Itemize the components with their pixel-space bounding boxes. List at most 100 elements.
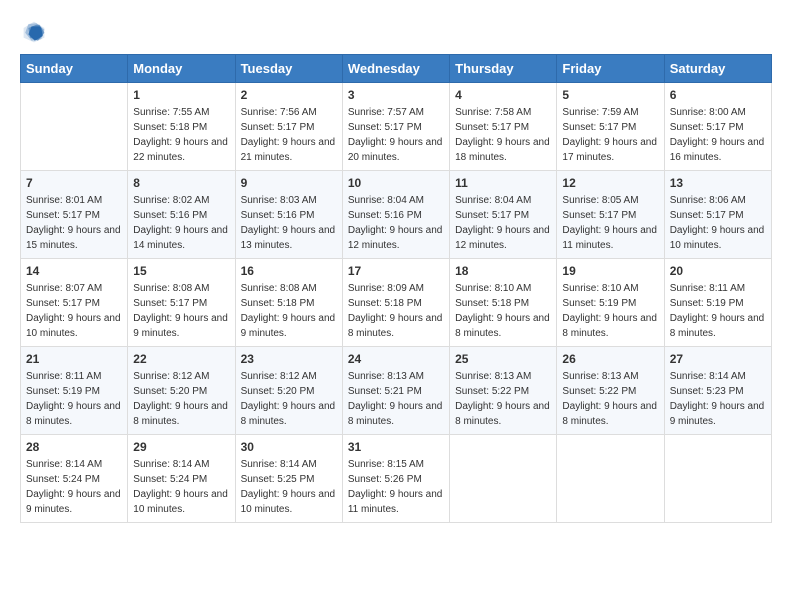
- day-info: Sunrise: 8:01 AMSunset: 5:17 PMDaylight:…: [26, 193, 122, 253]
- day-info: Sunrise: 8:14 AMSunset: 5:25 PMDaylight:…: [241, 457, 337, 517]
- day-info: Sunrise: 8:07 AMSunset: 5:17 PMDaylight:…: [26, 281, 122, 341]
- day-number: 1: [133, 88, 229, 102]
- weekday-header-friday: Friday: [557, 55, 664, 83]
- day-number: 23: [241, 352, 337, 366]
- day-cell: 21 Sunrise: 8:11 AMSunset: 5:19 PMDayligh…: [21, 347, 128, 435]
- week-row-2: 7 Sunrise: 8:01 AMSunset: 5:17 PMDaylight…: [21, 171, 772, 259]
- day-cell: 1 Sunrise: 7:55 AMSunset: 5:18 PMDaylight…: [128, 83, 235, 171]
- day-number: 28: [26, 440, 122, 454]
- day-cell: 27 Sunrise: 8:14 AMSunset: 5:23 PMDayligh…: [664, 347, 771, 435]
- day-cell: 10Sunrise: 8:04 AMSunset: 5:16 PMDayligh…: [342, 171, 449, 259]
- day-number: 19: [562, 264, 658, 278]
- page-header: [20, 20, 772, 44]
- day-info: Sunrise: 8:15 AMSunset: 5:26 PMDaylight:…: [348, 457, 444, 517]
- logo-icon: [22, 20, 46, 44]
- day-cell: 20 Sunrise: 8:11 AMSunset: 5:19 PMDayligh…: [664, 259, 771, 347]
- day-number: 20: [670, 264, 766, 278]
- day-number: 26: [562, 352, 658, 366]
- day-cell: 25 Sunrise: 8:13 AMSunset: 5:22 PMDayligh…: [450, 347, 557, 435]
- day-info: Sunrise: 8:14 AMSunset: 5:24 PMDaylight:…: [133, 457, 229, 517]
- day-number: 21: [26, 352, 122, 366]
- day-number: 29: [133, 440, 229, 454]
- day-number: 24: [348, 352, 444, 366]
- day-info: Sunrise: 8:11 AMSunset: 5:19 PMDaylight:…: [26, 369, 122, 429]
- day-cell: [450, 435, 557, 523]
- day-info: Sunrise: 8:10 AMSunset: 5:19 PMDaylight:…: [562, 281, 658, 341]
- day-info: Sunrise: 8:06 AMSunset: 5:17 PMDaylight:…: [670, 193, 766, 253]
- logo: [20, 20, 46, 44]
- day-number: 9: [241, 176, 337, 190]
- week-row-4: 21 Sunrise: 8:11 AMSunset: 5:19 PMDayligh…: [21, 347, 772, 435]
- day-info: Sunrise: 7:58 AMSunset: 5:17 PMDaylight:…: [455, 105, 551, 165]
- day-info: Sunrise: 8:13 AMSunset: 5:22 PMDaylight:…: [455, 369, 551, 429]
- day-cell: 11 Sunrise: 8:04 AMSunset: 5:17 PMDayligh…: [450, 171, 557, 259]
- day-number: 12: [562, 176, 658, 190]
- day-cell: 13 Sunrise: 8:06 AMSunset: 5:17 PMDayligh…: [664, 171, 771, 259]
- day-number: 7: [26, 176, 122, 190]
- day-number: 22: [133, 352, 229, 366]
- weekday-header-thursday: Thursday: [450, 55, 557, 83]
- day-number: 17: [348, 264, 444, 278]
- day-number: 6: [670, 88, 766, 102]
- weekday-header-wednesday: Wednesday: [342, 55, 449, 83]
- day-cell: 4 Sunrise: 7:58 AMSunset: 5:17 PMDaylight…: [450, 83, 557, 171]
- calendar-table: SundayMondayTuesdayWednesdayThursdayFrid…: [20, 54, 772, 523]
- day-number: 11: [455, 176, 551, 190]
- day-number: 16: [241, 264, 337, 278]
- day-info: Sunrise: 8:12 AMSunset: 5:20 PMDaylight:…: [133, 369, 229, 429]
- day-number: 15: [133, 264, 229, 278]
- day-number: 5: [562, 88, 658, 102]
- day-number: 2: [241, 88, 337, 102]
- weekday-header-row: SundayMondayTuesdayWednesdayThursdayFrid…: [21, 55, 772, 83]
- day-number: 18: [455, 264, 551, 278]
- day-cell: 16 Sunrise: 8:08 AMSunset: 5:18 PMDayligh…: [235, 259, 342, 347]
- day-info: Sunrise: 8:11 AMSunset: 5:19 PMDaylight:…: [670, 281, 766, 341]
- day-cell: 18Sunrise: 8:10 AMSunset: 5:18 PMDayligh…: [450, 259, 557, 347]
- day-cell: 26 Sunrise: 8:13 AMSunset: 5:22 PMDayligh…: [557, 347, 664, 435]
- day-info: Sunrise: 8:13 AMSunset: 5:21 PMDaylight:…: [348, 369, 444, 429]
- weekday-header-sunday: Sunday: [21, 55, 128, 83]
- day-info: Sunrise: 8:04 AMSunset: 5:17 PMDaylight:…: [455, 193, 551, 253]
- day-number: 3: [348, 88, 444, 102]
- day-cell: 8 Sunrise: 8:02 AMSunset: 5:16 PMDaylight…: [128, 171, 235, 259]
- day-cell: 5 Sunrise: 7:59 AMSunset: 5:17 PMDaylight…: [557, 83, 664, 171]
- day-cell: 6 Sunrise: 8:00 AMSunset: 5:17 PMDaylight…: [664, 83, 771, 171]
- day-cell: 28 Sunrise: 8:14 AMSunset: 5:24 PMDayligh…: [21, 435, 128, 523]
- day-info: Sunrise: 8:08 AMSunset: 5:17 PMDaylight:…: [133, 281, 229, 341]
- day-info: Sunrise: 7:55 AMSunset: 5:18 PMDaylight:…: [133, 105, 229, 165]
- day-cell: [557, 435, 664, 523]
- day-cell: 7 Sunrise: 8:01 AMSunset: 5:17 PMDaylight…: [21, 171, 128, 259]
- day-info: Sunrise: 8:14 AMSunset: 5:24 PMDaylight:…: [26, 457, 122, 517]
- day-cell: 31 Sunrise: 8:15 AMSunset: 5:26 PMDayligh…: [342, 435, 449, 523]
- day-info: Sunrise: 8:03 AMSunset: 5:16 PMDaylight:…: [241, 193, 337, 253]
- day-number: 31: [348, 440, 444, 454]
- day-cell: [21, 83, 128, 171]
- day-number: 14: [26, 264, 122, 278]
- day-info: Sunrise: 8:02 AMSunset: 5:16 PMDaylight:…: [133, 193, 229, 253]
- day-number: 27: [670, 352, 766, 366]
- day-number: 8: [133, 176, 229, 190]
- day-cell: 29 Sunrise: 8:14 AMSunset: 5:24 PMDayligh…: [128, 435, 235, 523]
- day-number: 13: [670, 176, 766, 190]
- day-info: Sunrise: 7:59 AMSunset: 5:17 PMDaylight:…: [562, 105, 658, 165]
- day-cell: 9 Sunrise: 8:03 AMSunset: 5:16 PMDaylight…: [235, 171, 342, 259]
- day-info: Sunrise: 8:14 AMSunset: 5:23 PMDaylight:…: [670, 369, 766, 429]
- day-info: Sunrise: 7:56 AMSunset: 5:17 PMDaylight:…: [241, 105, 337, 165]
- day-cell: 19 Sunrise: 8:10 AMSunset: 5:19 PMDayligh…: [557, 259, 664, 347]
- day-info: Sunrise: 8:12 AMSunset: 5:20 PMDaylight:…: [241, 369, 337, 429]
- weekday-header-saturday: Saturday: [664, 55, 771, 83]
- day-info: Sunrise: 7:57 AMSunset: 5:17 PMDaylight:…: [348, 105, 444, 165]
- day-info: Sunrise: 8:13 AMSunset: 5:22 PMDaylight:…: [562, 369, 658, 429]
- day-cell: 22 Sunrise: 8:12 AMSunset: 5:20 PMDayligh…: [128, 347, 235, 435]
- day-cell: 3 Sunrise: 7:57 AMSunset: 5:17 PMDaylight…: [342, 83, 449, 171]
- day-cell: 17Sunrise: 8:09 AMSunset: 5:18 PMDayligh…: [342, 259, 449, 347]
- day-info: Sunrise: 8:08 AMSunset: 5:18 PMDaylight:…: [241, 281, 337, 341]
- day-cell: 24 Sunrise: 8:13 AMSunset: 5:21 PMDayligh…: [342, 347, 449, 435]
- day-number: 25: [455, 352, 551, 366]
- day-info: Sunrise: 8:00 AMSunset: 5:17 PMDaylight:…: [670, 105, 766, 165]
- week-row-3: 14 Sunrise: 8:07 AMSunset: 5:17 PMDayligh…: [21, 259, 772, 347]
- week-row-5: 28 Sunrise: 8:14 AMSunset: 5:24 PMDayligh…: [21, 435, 772, 523]
- day-cell: [664, 435, 771, 523]
- day-number: 4: [455, 88, 551, 102]
- day-info: Sunrise: 8:05 AMSunset: 5:17 PMDaylight:…: [562, 193, 658, 253]
